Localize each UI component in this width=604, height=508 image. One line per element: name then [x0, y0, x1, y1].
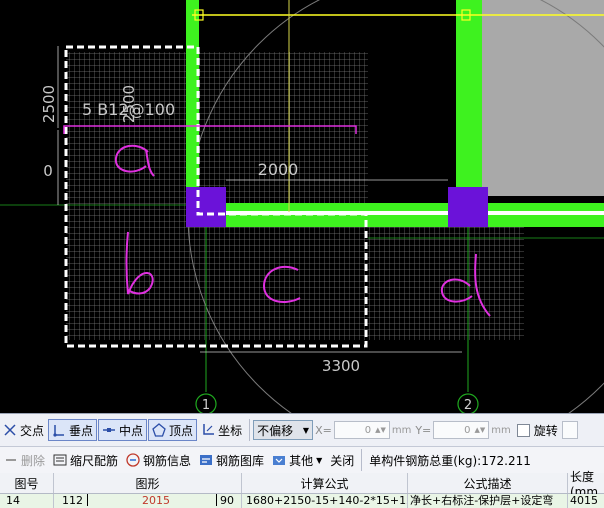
rebar-mesh-lower — [66, 212, 524, 340]
dim-text-3300: 3300 — [322, 357, 360, 375]
total-weight-display: 单构件钢筋总重(kg):172.211 — [365, 449, 535, 471]
snap-intersection[interactable]: 交点 — [0, 419, 47, 441]
delete-icon — [6, 459, 16, 461]
col-header-no[interactable]: 图号 — [0, 473, 54, 493]
col-header-length[interactable]: 长度(mm — [568, 470, 604, 499]
separator — [361, 449, 363, 471]
offset-mode-value: 不偏移 — [257, 423, 294, 438]
snap-midpoint[interactable]: 中点 — [98, 419, 148, 441]
rebar-library-icon — [200, 455, 213, 465]
delete-label: 删除 — [21, 453, 46, 468]
other-label: 其他 — [289, 453, 314, 468]
rotate-input[interactable] — [561, 421, 578, 439]
cell-desc-value: 净长+右标注-保护层+设定弯 — [410, 494, 554, 507]
y-unit: mm — [491, 424, 511, 436]
col-header-formula[interactable]: 计算公式 — [242, 473, 408, 493]
cell-shape-end: 90 — [220, 494, 234, 507]
snap-coordinate-label: 坐标 — [218, 423, 243, 438]
dim-text-0: 0 — [43, 162, 53, 180]
column-right — [448, 187, 488, 227]
rebar-info-icon — [126, 453, 140, 467]
cell-shape-end-icon — [216, 494, 217, 506]
snap-intersection-label: 交点 — [20, 423, 45, 438]
col-header-desc-label: 公式描述 — [463, 476, 512, 491]
vertex-icon — [152, 423, 166, 437]
col-header-shape[interactable]: 图形 — [54, 473, 242, 493]
offset-mode-select[interactable]: 不偏移 ▼ — [253, 420, 314, 440]
rotate-label: 旋转 — [533, 423, 558, 438]
axis-label-2: 2 — [464, 398, 472, 413]
axis-label-1: 1 — [202, 398, 210, 413]
delete-button[interactable]: 删除 — [0, 449, 49, 471]
snap-toolbar: 交点 垂点 中点 顶点 坐标 不偏移 ▼ X= 0 ▲▼ mm Y= 0 ▲▼ mm… — [0, 413, 604, 447]
x-label: X= — [315, 423, 332, 437]
x-unit: mm — [391, 424, 412, 436]
x-input[interactable]: 0 ▲▼ — [333, 421, 390, 439]
rebar-toolbar: 删除 缩尺配筋 钢筋信息 钢筋图库 其他 ▼ 关闭 单构件钢筋总重(kg):17… — [0, 447, 604, 474]
x-input-value: 0 — [364, 424, 372, 436]
cell-formula: 1680+2150-15+140-2*15+120- — [242, 494, 408, 508]
y-input-value: 0 — [464, 424, 471, 436]
snap-perpendicular[interactable]: 垂点 — [48, 419, 98, 441]
beam-vertical-right — [456, 0, 482, 196]
y-spinner-icon: ▲▼ — [474, 426, 486, 434]
col-header-desc[interactable]: 公式描述 — [408, 473, 568, 493]
cell-shape-length: 2015 — [142, 494, 170, 507]
other-icon — [273, 456, 286, 465]
rebar-info-label: 钢筋信息 — [143, 453, 192, 468]
cell-no-value: 14 — [6, 494, 20, 507]
scale-rebar-icon — [53, 454, 67, 466]
cell-formula-value: 1680+2150-15+140-2*15+120- — [246, 494, 408, 507]
close-button[interactable]: 关闭 — [326, 449, 358, 471]
total-weight-label: 单构件钢筋总重(kg):172.211 — [369, 453, 531, 468]
column-left — [186, 187, 226, 227]
rebar-library-label: 钢筋图库 — [216, 453, 265, 468]
cell-desc: 净长+右标注-保护层+设定弯 — [408, 494, 568, 508]
beam-center-line — [199, 211, 604, 215]
rebar-spec-label: 5 B12@100 — [82, 100, 175, 119]
close-label: 关闭 — [330, 453, 355, 468]
scale-rebar-button[interactable]: 缩尺配筋 — [49, 449, 122, 471]
cell-shape-dia: 112 — [62, 494, 83, 507]
y-input[interactable]: 0 ▲▼ — [433, 421, 490, 439]
snap-perpendicular-label: 垂点 — [69, 423, 94, 438]
col-header-shape-label: 图形 — [135, 476, 160, 491]
chevron-down-icon: ▼ — [316, 455, 323, 465]
y-label: Y= — [415, 423, 432, 437]
chevron-down-icon: ▼ — [302, 425, 310, 435]
table-row[interactable]: 14 112 2015 90 1680+2150-15+140-2*15+120… — [0, 494, 604, 508]
other-menu-button[interactable]: 其他 ▼ — [268, 449, 326, 471]
perpendicular-icon — [53, 425, 65, 437]
coordinate-icon — [203, 424, 215, 435]
intersection-icon — [4, 424, 16, 436]
dim-text-2500: 2500 — [40, 85, 58, 123]
x-spinner-icon: ▲▼ — [375, 426, 386, 434]
cell-shape: 112 2015 90 — [54, 494, 242, 508]
snap-midpoint-label: 中点 — [119, 423, 144, 438]
rebar-info-button[interactable]: 钢筋信息 — [122, 449, 195, 471]
col-header-no-label: 图号 — [14, 476, 39, 491]
scale-rebar-label: 缩尺配筋 — [70, 453, 119, 468]
midpoint-icon — [103, 428, 116, 432]
cell-no: 14 — [0, 494, 54, 508]
separator — [249, 419, 251, 441]
col-header-formula-label: 计算公式 — [300, 476, 349, 491]
snap-vertex-label: 顶点 — [169, 423, 194, 438]
rebar-table-header: 图号 图形 计算公式 公式描述 长度(mm — [0, 470, 604, 499]
dim-text-2000: 2000 — [258, 160, 299, 179]
cell-shape-bar-icon — [87, 494, 88, 506]
snap-coordinate[interactable]: 坐标 — [198, 419, 245, 441]
cell-length-value: 4015 — [570, 494, 598, 507]
snap-vertex[interactable]: 顶点 — [148, 419, 198, 441]
cad-canvas[interactable]: 2500 2500 0 5 B12@100 2000 3300 1 2 — [0, 0, 604, 413]
rebar-library-button[interactable]: 钢筋图库 — [195, 449, 268, 471]
cell-length: 4015 — [568, 494, 604, 508]
rotate-checkbox[interactable] — [516, 423, 530, 437]
